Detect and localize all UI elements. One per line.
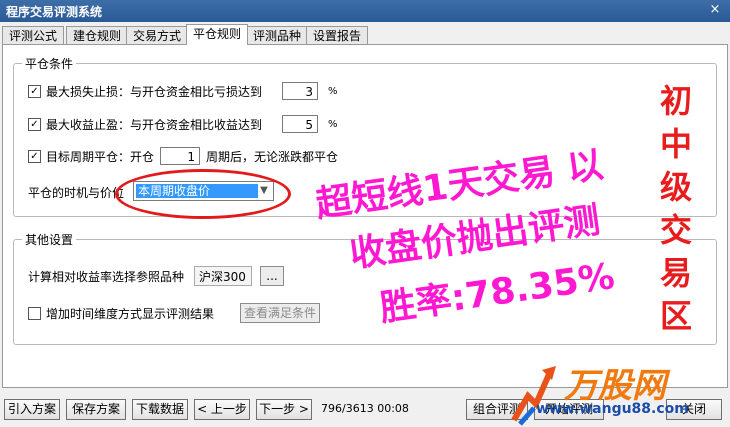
reference-label: 计算相对收益率选择参照品种 (28, 269, 185, 284)
close-icon[interactable]: × (706, 2, 724, 18)
tab-close-rules[interactable]: 平仓规则 (186, 24, 249, 45)
tab-symbols[interactable]: 评测品种 (246, 26, 309, 45)
target-period-input[interactable]: 1 (160, 147, 201, 165)
percent-unit: % (328, 85, 338, 97)
take-profit-label: 最大收益止盈：与开仓资金相比收益达到 (46, 117, 263, 132)
time-dim-label: 增加时间维度方式显示评测结果 (46, 306, 215, 321)
vertical-char: 区 (659, 297, 692, 335)
prev-step-button[interactable]: < 上一步 (194, 399, 250, 420)
take-profit-input[interactable]: 5 (282, 115, 319, 133)
download-data-button[interactable]: 下载数据 (132, 399, 188, 420)
watermark-brand: 万股网 (564, 366, 666, 406)
tab-formula[interactable]: 评测公式 (2, 26, 65, 45)
vertical-char: 级 (659, 168, 692, 206)
reference-field[interactable]: 沪深300 (194, 266, 253, 286)
progress-status: 796/3613 00:08 (321, 402, 409, 415)
take-profit-checkbox[interactable]: ✓ (28, 117, 41, 131)
time-dim-row: 增加时间维度方式显示评测结果 查看满足条件 (28, 303, 321, 323)
view-conditions-button[interactable]: 查看满足条件 (240, 303, 321, 323)
stop-loss-label: 最大损失止损：与开仓资金相比亏损达到 (46, 84, 263, 99)
target-period-checkbox[interactable]: ✓ (28, 149, 41, 163)
tab-trade-mode[interactable]: 交易方式 (126, 26, 189, 45)
stop-loss-row: ✓ 最大损失止损：与开仓资金相比亏损达到 3 % (28, 82, 338, 100)
tab-report[interactable]: 设置报告 (306, 26, 369, 45)
timing-label: 平仓的时机与价位 (28, 186, 125, 200)
title-bar: 程序交易评测系统 × (0, 0, 730, 22)
target-period-row: ✓ 目标周期平仓：开仓 1 周期后，无论涨跌都平仓 (28, 147, 338, 165)
red-highlight-circle (115, 169, 291, 219)
target-period-label: 目标周期平仓：开仓 (46, 149, 155, 164)
vertical-char: 易 (659, 254, 692, 292)
import-plan-button[interactable]: 引入方案 (4, 399, 60, 420)
next-step-button[interactable]: 下一步 > (256, 399, 312, 420)
group-legend: 平仓条件 (22, 55, 77, 72)
time-dim-checkbox[interactable] (28, 306, 41, 320)
timing-row: 平仓的时机与价位 (28, 184, 124, 201)
reference-row: 计算相对收益率选择参照品种 沪深300 ... (28, 266, 285, 286)
stop-loss-input[interactable]: 3 (282, 82, 319, 100)
vertical-char: 初 (659, 82, 692, 120)
brand-watermark: 万股网 www.wangu88.com (506, 358, 730, 427)
browse-button[interactable]: ... (260, 266, 285, 286)
vertical-char: 交 (659, 211, 692, 249)
stop-loss-checkbox[interactable]: ✓ (28, 84, 41, 98)
vertical-char: 中 (659, 125, 692, 163)
percent-unit: % (328, 118, 338, 130)
window-title: 程序交易评测系统 (6, 5, 103, 19)
group-legend: 其他设置 (22, 231, 77, 248)
vertical-label: 初 中 级 交 易 区 (656, 80, 696, 338)
target-period-suffix: 周期后，无论涨跌都平仓 (206, 149, 339, 164)
save-plan-button[interactable]: 保存方案 (66, 399, 126, 420)
tab-open-rules[interactable]: 建仓规则 (66, 26, 129, 45)
take-profit-row: ✓ 最大收益止盈：与开仓资金相比收益达到 5 % (28, 115, 338, 133)
watermark-url: www.wangu88.com (536, 401, 689, 417)
